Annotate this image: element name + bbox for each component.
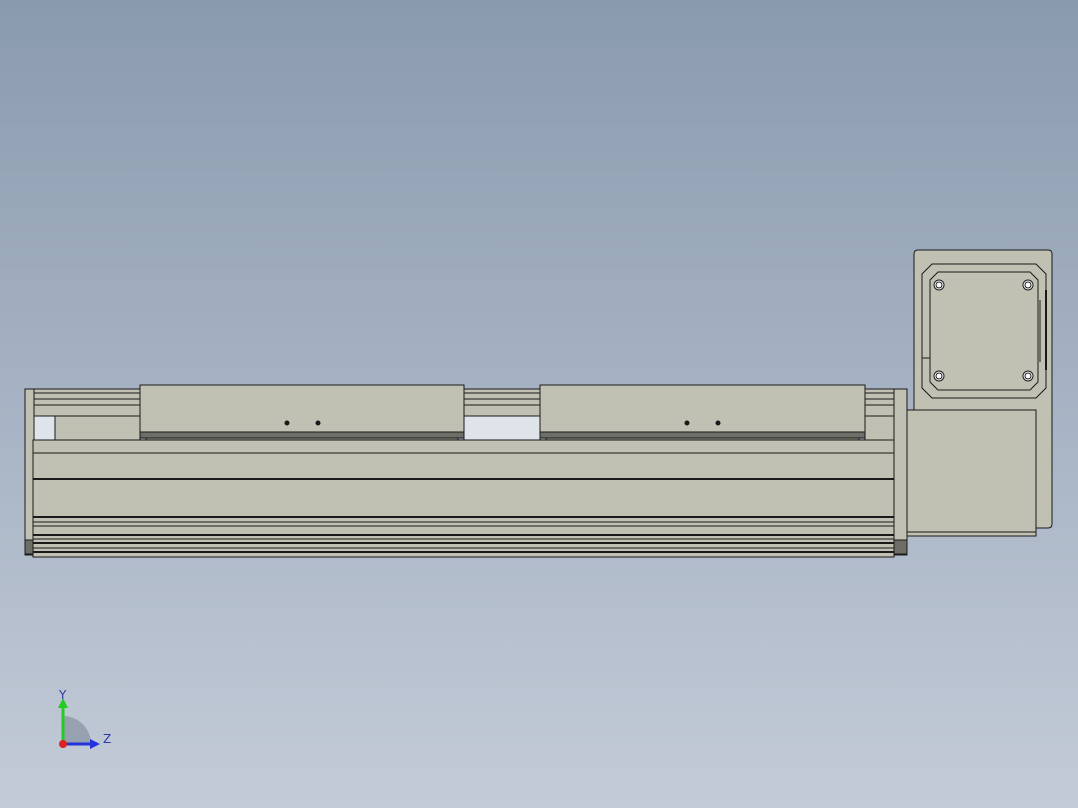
carriage-right[interactable] — [539, 384, 866, 441]
motor-housing-block[interactable] — [905, 409, 1037, 537]
left-access-window — [33, 415, 141, 441]
triad-quadrant — [63, 716, 91, 744]
z-axis-arrowhead — [90, 739, 100, 749]
carriage-left[interactable] — [139, 384, 465, 441]
center-access-window — [463, 415, 541, 441]
x-axis-dot — [59, 740, 67, 748]
linear-actuator-model[interactable] — [0, 0, 1078, 808]
right-access-window — [864, 415, 895, 441]
right-end-cap[interactable] — [893, 388, 908, 556]
z-axis-label: Z — [103, 732, 111, 746]
graphics-viewport[interactable]: Y Z — [0, 0, 1078, 808]
base-extrusion[interactable] — [32, 439, 895, 558]
y-axis-label: Y — [58, 688, 67, 702]
orientation-triad: Y Z — [58, 688, 111, 749]
